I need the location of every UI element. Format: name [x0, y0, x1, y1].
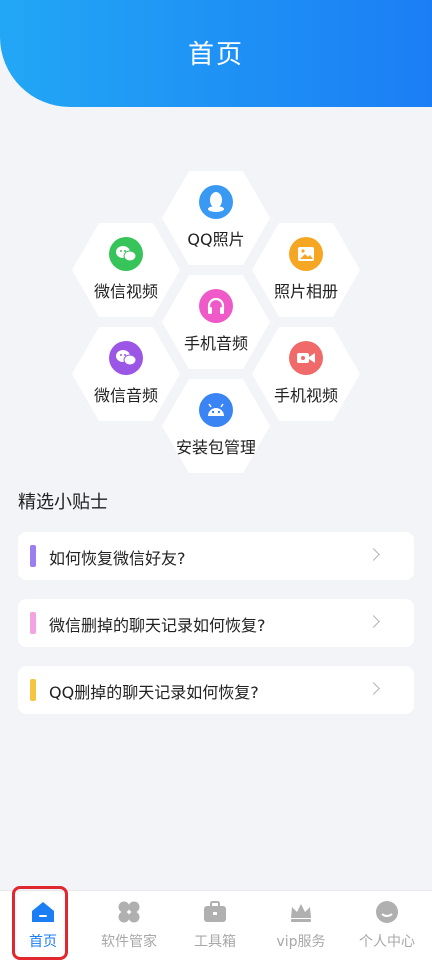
- chevron-right-icon: [367, 548, 380, 561]
- feature-wechat-video[interactable]: 微信视频: [72, 223, 180, 317]
- tab-label: 软件管家: [101, 934, 157, 950]
- tip-item-recover-wechat-chat[interactable]: 微信删掉的聊天记录如何恢复?: [18, 599, 414, 647]
- feature-label: 微信视频: [93, 282, 158, 301]
- qq-penguin-icon: [199, 185, 233, 219]
- feature-label: 照片相册: [273, 282, 338, 301]
- tip-item-recover-qq-chat[interactable]: QQ删掉的聊天记录如何恢复?: [18, 666, 414, 714]
- wechat-icon: [109, 341, 143, 375]
- home-icon: [30, 899, 56, 925]
- feature-wechat-audio[interactable]: 微信音频: [72, 327, 180, 421]
- bottom-tab-bar: 首页 软件管家 工具箱 vip服务 个人中心: [0, 890, 432, 965]
- tab-home[interactable]: 首页: [0, 891, 86, 965]
- toolbox-icon: [202, 899, 228, 925]
- tip-color-bar: [30, 679, 36, 701]
- headphones-icon: [199, 289, 233, 323]
- tab-toolbox[interactable]: 工具箱: [172, 891, 258, 965]
- feature-grid: QQ照片 微信视频 照片相册 手机音频 微信音频 手机视频 安装包管理: [0, 168, 432, 478]
- android-icon: [199, 393, 233, 427]
- chevron-right-icon: [367, 682, 380, 695]
- image-icon: [289, 237, 323, 271]
- tip-item-recover-friends[interactable]: 如何恢复微信好友?: [18, 532, 414, 580]
- tip-text: 如何恢复微信好友?: [49, 549, 186, 568]
- tab-label: 个人中心: [359, 934, 415, 950]
- feature-photo-album[interactable]: 照片相册: [252, 223, 360, 317]
- clover-icon: [116, 899, 142, 925]
- feature-label: 微信音频: [93, 386, 158, 405]
- feature-qq-photos[interactable]: QQ照片: [162, 171, 270, 265]
- chevron-right-icon: [367, 615, 380, 628]
- feature-apk-manager[interactable]: 安装包管理: [162, 379, 270, 473]
- feature-label: QQ照片: [187, 230, 245, 249]
- tab-label: 工具箱: [194, 934, 236, 950]
- tip-text: QQ删掉的聊天记录如何恢复?: [49, 683, 259, 702]
- feature-label: 安装包管理: [175, 438, 256, 457]
- tip-text: 微信删掉的聊天记录如何恢复?: [49, 616, 266, 635]
- header: 首页: [0, 0, 432, 107]
- feature-label: 手机音频: [183, 334, 248, 353]
- wechat-icon: [109, 237, 143, 271]
- feature-phone-audio[interactable]: 手机音频: [162, 275, 270, 369]
- feature-phone-video[interactable]: 手机视频: [252, 327, 360, 421]
- video-camera-icon: [289, 341, 323, 375]
- smile-face-icon: [374, 899, 400, 925]
- tips-section-title: 精选小贴士: [18, 492, 108, 513]
- tab-vip-service[interactable]: vip服务: [258, 891, 344, 965]
- crown-icon: [288, 899, 314, 925]
- feature-label: 手机视频: [273, 386, 338, 405]
- tip-color-bar: [30, 545, 36, 567]
- tip-color-bar: [30, 612, 36, 634]
- tab-label: 首页: [29, 934, 57, 950]
- page-title: 首页: [187, 40, 244, 70]
- tab-label: vip服务: [276, 934, 326, 950]
- tab-profile[interactable]: 个人中心: [344, 891, 430, 965]
- tab-software-manager[interactable]: 软件管家: [86, 891, 172, 965]
